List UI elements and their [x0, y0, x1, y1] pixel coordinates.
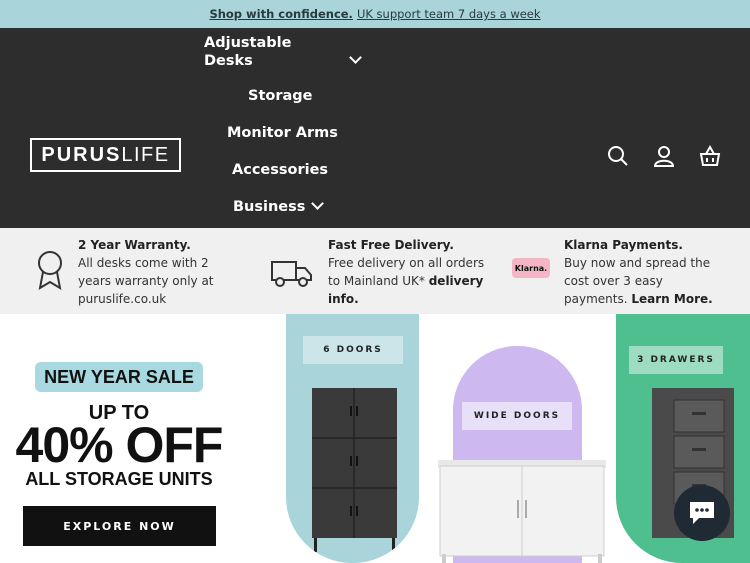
usp-delivery: Fast Free Delivery. Free delivery on all…	[270, 236, 484, 308]
account-icon[interactable]	[652, 144, 676, 168]
storage-cabinet-wide	[438, 460, 606, 563]
nav-monitor-arms[interactable]: Monitor Arms	[227, 125, 338, 141]
usp-warranty: 2 Year Warranty. All desks come with 2 y…	[36, 236, 214, 308]
hero-discount: 40% OFF	[15, 417, 224, 473]
usp-bar: 2 Year Warranty. All desks come with 2 y…	[0, 228, 750, 314]
chat-button[interactable]	[674, 485, 730, 541]
explore-now-button[interactable]: EXPLORE NOW	[23, 506, 216, 546]
klarna-learn-more-link[interactable]: Learn More.	[631, 292, 712, 306]
chevron-down-icon	[348, 51, 362, 64]
search-icon[interactable]	[606, 144, 630, 168]
sale-pill: NEW YEAR SALE	[35, 362, 203, 392]
award-ribbon-icon	[38, 251, 62, 291]
nav-storage[interactable]: Storage	[248, 88, 313, 104]
announcement-bold[interactable]: Shop with confidence.	[209, 7, 353, 21]
site-header: PURUS LIFE Adjustable Desks Storage Monit…	[0, 28, 750, 228]
tag-3-drawers: 3 DRAWERS	[629, 346, 723, 374]
storage-cabinet-drawers	[652, 388, 734, 538]
delivery-truck-icon	[271, 261, 312, 287]
announcement-text[interactable]: UK support team 7 days a week	[357, 7, 541, 21]
delivery-info-link[interactable]: delivery	[429, 274, 484, 288]
purus-life-logo[interactable]: PURUS LIFE	[30, 138, 181, 172]
chevron-down-icon	[311, 197, 325, 210]
announcement-bar[interactable]: Shop with confidence. UK support team 7 …	[0, 0, 750, 28]
nav-accessories[interactable]: Accessories	[232, 162, 328, 178]
tag-wide-doors: WIDE DOORS	[462, 402, 572, 430]
delivery-info-link-2[interactable]: info.	[328, 292, 359, 306]
klarna-badge: Klarna.	[512, 258, 550, 278]
usp-klarna: Klarna. Klarna Payments. Buy now and spr…	[512, 236, 713, 308]
hero-banner: NEW YEAR SALE UP TO 40% OFF ALL STORAGE …	[0, 314, 750, 563]
basket-icon[interactable]	[698, 144, 722, 168]
product-card-6-doors[interactable]: 6 DOORS	[286, 314, 419, 563]
nav-business[interactable]: Business	[233, 197, 325, 215]
chat-icon	[690, 502, 714, 524]
nav-adjustable-desks[interactable]: Adjustable Desks	[204, 34, 362, 70]
header-icons	[606, 144, 722, 168]
tag-6-doors: 6 DOORS	[303, 336, 403, 364]
storage-cabinet-6-doors	[312, 388, 397, 552]
hero-subtitle: ALL STORAGE UNITS	[25, 469, 213, 489]
